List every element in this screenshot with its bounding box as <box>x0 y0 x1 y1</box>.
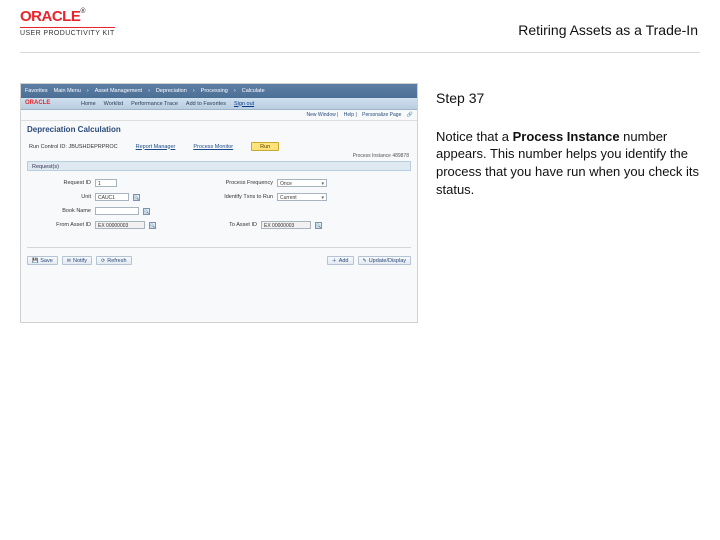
crumb-main[interactable]: Main Menu <box>54 88 81 94</box>
to-asset-lookup-icon[interactable]: 🔍 <box>315 222 322 229</box>
top-worklist[interactable]: Worklist <box>104 101 123 107</box>
update-label: Update/Display <box>369 257 406 265</box>
runctl-label: Run Control ID: <box>29 144 67 150</box>
crumb-calc[interactable]: Calculate <box>242 88 265 94</box>
app-user-links: New Window | Help | Personalize Page 🔗 <box>21 110 417 121</box>
notify-icon: ✉ <box>67 257 71 265</box>
refresh-icon: ⟳ <box>101 257 105 265</box>
step-label: Step 37 <box>436 89 700 108</box>
save-icon: 💾 <box>32 257 38 265</box>
top-fav[interactable]: Add to Favorites <box>186 101 226 107</box>
run-button[interactable]: Run <box>251 142 279 151</box>
update-button[interactable]: ✎Update/Display <box>358 256 412 265</box>
oracle-logo-block: ORACLE® USER PRODUCTIVITY KIT <box>20 8 115 37</box>
bookname-label: Book Name <box>35 208 91 214</box>
to-asset-label: To Asset ID <box>209 222 257 228</box>
request-bar: Request(s) <box>27 161 411 171</box>
from-asset-input[interactable]: EX 00000003 <box>95 221 145 229</box>
add-button[interactable]: ＋Add <box>327 256 354 265</box>
from-asset-lookup-icon[interactable]: 🔍 <box>149 222 156 229</box>
update-icon: ✎ <box>363 257 367 265</box>
process-instance-value: 489878 <box>392 153 409 159</box>
instruction-pane: Step 37 Notice that a Process Instance n… <box>436 83 700 323</box>
app-screenshot: Favorites Main Menu › Asset Management ›… <box>20 83 418 323</box>
page-title: Depreciation Calculation <box>21 121 417 140</box>
top-signout[interactable]: Sign out <box>234 101 254 107</box>
crumb-proc[interactable]: Processing <box>201 88 228 94</box>
refresh-button[interactable]: ⟳Refresh <box>96 256 131 265</box>
topic-title: Retiring Assets as a Trade-In <box>518 22 698 38</box>
refresh-label: Refresh <box>107 257 126 265</box>
link-help[interactable]: Help <box>344 112 354 118</box>
app-breadcrumb-bar: Favorites Main Menu › Asset Management ›… <box>21 84 417 98</box>
oracle-logo-text: ORACLE <box>20 8 80 25</box>
app-top-links: Home Worklist Performance Trace Add to F… <box>21 98 417 110</box>
link-newwin[interactable]: New Window <box>307 112 336 118</box>
request-id-label: Request ID <box>35 180 91 186</box>
notify-button[interactable]: ✉Notify <box>62 256 92 265</box>
bottom-button-bar: 💾Save ✉Notify ⟳Refresh ＋Add ✎Update/Disp… <box>21 254 417 267</box>
oracle-logo: ORACLE® <box>20 8 85 25</box>
process-monitor-link[interactable]: Process Monitor <box>193 144 233 150</box>
add-label: Add <box>339 257 349 265</box>
instr-bold: Process Instance <box>513 129 620 144</box>
crumb-am[interactable]: Asset Management <box>95 88 142 94</box>
oracle-sub: USER PRODUCTIVITY KIT <box>20 27 115 37</box>
save-label: Save <box>40 257 53 265</box>
unit-label: Unit <box>35 194 91 200</box>
link-personalize[interactable]: Personalize Page <box>362 112 401 118</box>
top-perf[interactable]: Performance Trace <box>131 101 178 107</box>
top-home[interactable]: Home <box>81 101 96 107</box>
add-icon: ＋ <box>332 257 337 265</box>
txns-label: Identify Txns to Run <box>217 194 273 200</box>
process-freq-select[interactable]: Once <box>277 179 327 187</box>
form-divider <box>27 247 411 248</box>
process-instance-label: Process Instance <box>353 153 391 159</box>
oracle-tm: ® <box>80 8 85 15</box>
unit-lookup-icon[interactable]: 🔍 <box>133 194 140 201</box>
crumb-favorites[interactable]: Favorites <box>25 88 48 94</box>
txns-select[interactable]: Current <box>277 193 327 201</box>
request-id-input[interactable]: 1 <box>95 179 117 187</box>
instruction-text: Notice that a Process Instance number ap… <box>436 128 700 198</box>
save-button[interactable]: 💾Save <box>27 256 58 265</box>
notify-label: Notify <box>73 257 87 265</box>
app-oracle-logo: ORACLE <box>25 100 50 106</box>
http-icon: 🔗 <box>407 112 413 118</box>
to-asset-input[interactable]: EX 00000003 <box>261 221 311 229</box>
crumb-depr[interactable]: Depreciation <box>156 88 187 94</box>
bookname-input[interactable] <box>95 207 139 215</box>
instr-pre: Notice that a <box>436 129 513 144</box>
process-freq-label: Process Frequency <box>217 180 273 186</box>
from-asset-label: From Asset ID <box>35 222 91 228</box>
runctl-value: JBUSHDEPRPROC <box>68 144 117 150</box>
report-manager-link[interactable]: Report Manager <box>136 144 176 150</box>
unit-input[interactable]: CAUC1 <box>95 193 129 201</box>
bookname-lookup-icon[interactable]: 🔍 <box>143 208 150 215</box>
